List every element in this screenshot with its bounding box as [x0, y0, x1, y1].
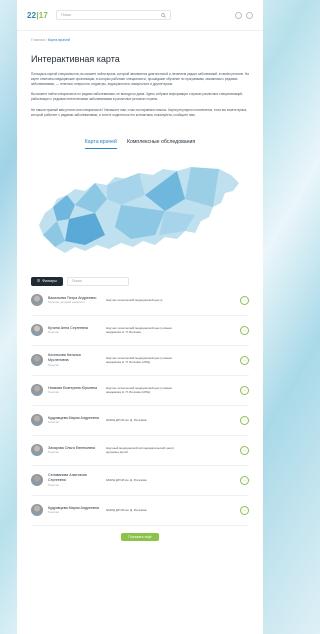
doctor-row[interactable]: Захарова Ольга Евгеньевна Генетик Научный … [31, 436, 249, 466]
avatar [31, 384, 43, 397]
breadcrumb-current: Карта врачей [47, 38, 71, 42]
page: 22|17 Поиск Главная / Карта врачей Интер… [17, 0, 263, 634]
russia-map[interactable] [35, 155, 245, 267]
filter-icon: ☰ [37, 279, 41, 284]
doctor-row[interactable]: Васильева Петра Андреевич Генетик, детски… [31, 286, 249, 316]
logo[interactable]: 22|17 [27, 11, 48, 20]
doctor-specialty: Генетик, детский невролог [48, 300, 85, 305]
doctor-row[interactable]: Костюкова Наталья Мусленовна Генетик Научн… [31, 346, 249, 376]
breadcrumb: Главная / Карта врачей [31, 38, 71, 42]
avatar [31, 414, 43, 427]
doctor-specialty: Генетик [48, 362, 59, 367]
avatar [31, 444, 43, 457]
arrow-right-icon[interactable]: → [240, 325, 249, 335]
filter-bar: ☰ Фильтры Поиск [31, 276, 249, 286]
doctor-row[interactable]: Селиванова Анастасия Сергеевна Генетик НМИ… [31, 466, 249, 496]
doctor-organization: Научно-технический медицинский центр име… [106, 386, 172, 395]
avatar [31, 504, 43, 517]
tab-complex-exams[interactable]: Комплексные обследования [127, 139, 195, 149]
intro-paragraph-2: Вы можете найти специалиста по редким за… [31, 92, 243, 102]
avatar [31, 474, 43, 487]
arrow-right-icon[interactable]: → [240, 295, 249, 305]
doctor-row[interactable]: Ниязова Екатерина Юрьевна Генетик Научно-т… [31, 376, 249, 406]
doctor-organization: НМИЦ ДГОИ им. Д. Рогачёва [106, 418, 147, 423]
doctor-organization: Научный медицинский исследовательский це… [106, 446, 175, 455]
eye-icon[interactable] [235, 11, 242, 19]
filters-button[interactable]: ☰ Фильтры [31, 276, 63, 286]
doctor-specialty: Генетик [48, 450, 59, 455]
search-input[interactable]: Поиск [56, 10, 172, 20]
site-header: 22|17 Поиск [17, 0, 263, 31]
doctor-row[interactable]: Кучина Анна Сергеевна Генетик Научно-техни… [31, 316, 249, 346]
doctor-specialty: Генетик [48, 330, 59, 335]
arrow-right-icon[interactable]: → [240, 385, 249, 395]
doctor-search-input[interactable]: Поиск [66, 276, 129, 286]
doctor-organization: НМИЦ ДГОИ им. Д. Рогачёва [106, 508, 147, 513]
doctor-name: Селиванова Анастасия Сергеевна [48, 473, 87, 483]
doctor-name: Костюкова Наталья Мусленовна [48, 353, 81, 363]
arrow-right-icon[interactable]: → [240, 475, 249, 485]
show-more-button[interactable]: Показать ещё [121, 532, 159, 541]
doctor-row[interactable]: Кудрявцева Мария Андреевна Генетик НМИЦ ДГ… [31, 406, 249, 436]
doctor-list: Васильева Петра Андреевич Генетик, детски… [17, 286, 263, 526]
arrow-right-icon[interactable]: → [240, 505, 249, 515]
doctor-specialty: Генетик [48, 420, 59, 425]
intro-paragraph-3: Не нашли нужный вам регион или специалис… [31, 107, 247, 117]
doctor-specialty: Генетик [48, 510, 59, 515]
doctor-organization: Научно-технический медицинский центр име… [106, 326, 172, 335]
search-icon [161, 12, 166, 18]
avatar [31, 354, 43, 367]
doctor-row[interactable]: Кудрявцева Мария Андреевна Генетик НМИЦ ДГ… [31, 496, 249, 526]
tab-bar: Карта врачей Комплексные обследования [17, 139, 263, 149]
avatar [31, 324, 43, 337]
doctor-organization: Научно-технический медицинский центр име… [106, 356, 172, 365]
avatar [31, 294, 43, 307]
doctor-specialty: Генетик [48, 482, 59, 487]
user-icon[interactable] [246, 11, 253, 19]
tab-doctors-map[interactable]: Карта врачей [84, 139, 117, 149]
arrow-right-icon[interactable]: → [240, 355, 249, 365]
arrow-right-icon[interactable]: → [240, 445, 249, 455]
doctor-organization: НМИЦ ДГОИ им. Д. Рогачёва [106, 478, 147, 483]
intro-paragraph-1: Пользуясь картой специалистов, вы можете… [31, 72, 249, 86]
arrow-right-icon[interactable]: → [240, 415, 249, 425]
page-title: Интерактивная карта [31, 54, 120, 64]
breadcrumb-home[interactable]: Главная [31, 38, 45, 42]
doctor-specialty: Генетик [48, 390, 59, 395]
doctor-organization: Научно-технический медицинский центр [106, 298, 163, 303]
